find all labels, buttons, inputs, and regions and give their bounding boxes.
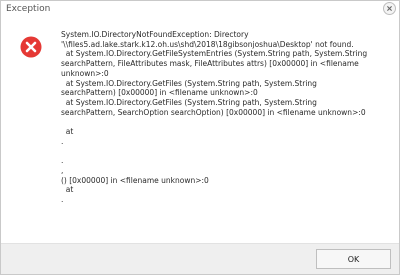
message-line: unknown>:0 — [61, 68, 109, 78]
message-line — [61, 117, 391, 127]
message-line: . — [61, 136, 64, 146]
error-icon — [20, 36, 42, 58]
dialog-footer: OK — [1, 243, 399, 274]
message-line: . — [61, 194, 64, 204]
title-bar: Exception — [1, 1, 399, 18]
message-line: at — [61, 185, 74, 195]
message-line: at System.IO.Directory.GetFileSystemEntr… — [61, 49, 368, 59]
exception-dialog: Exception System.IO.DirectoryNotFoundExc… — [0, 0, 400, 275]
message-line: at — [61, 127, 74, 137]
ok-button[interactable]: OK — [316, 249, 391, 269]
exception-message: System.IO.DirectoryNotFoundException: Di… — [61, 30, 391, 205]
message-line: , — [61, 165, 64, 175]
message-line: searchPattern) [0x00000] in <filename un… — [61, 88, 258, 98]
close-icon — [387, 6, 392, 11]
window-title: Exception — [6, 4, 51, 14]
message-line: searchPattern, FileAttributes mask, File… — [61, 59, 359, 69]
close-button[interactable] — [383, 2, 396, 15]
message-line: '\\files5.ad.lake.stark.k12.oh.us\shd\20… — [61, 39, 354, 49]
message-line: . — [61, 156, 64, 166]
message-line: () [0x00000] in <filename unknown>:0 — [61, 175, 209, 185]
message-line: at System.IO.Directory.GetFiles (System.… — [61, 78, 317, 88]
message-line: System.IO.DirectoryNotFoundException: Di… — [61, 30, 249, 39]
message-line: at System.IO.Directory.GetFiles (System.… — [61, 97, 317, 107]
message-line — [61, 146, 391, 156]
message-line: searchPattern, SearchOption searchOption… — [61, 107, 366, 117]
dialog-content: System.IO.DirectoryNotFoundException: Di… — [1, 18, 399, 244]
